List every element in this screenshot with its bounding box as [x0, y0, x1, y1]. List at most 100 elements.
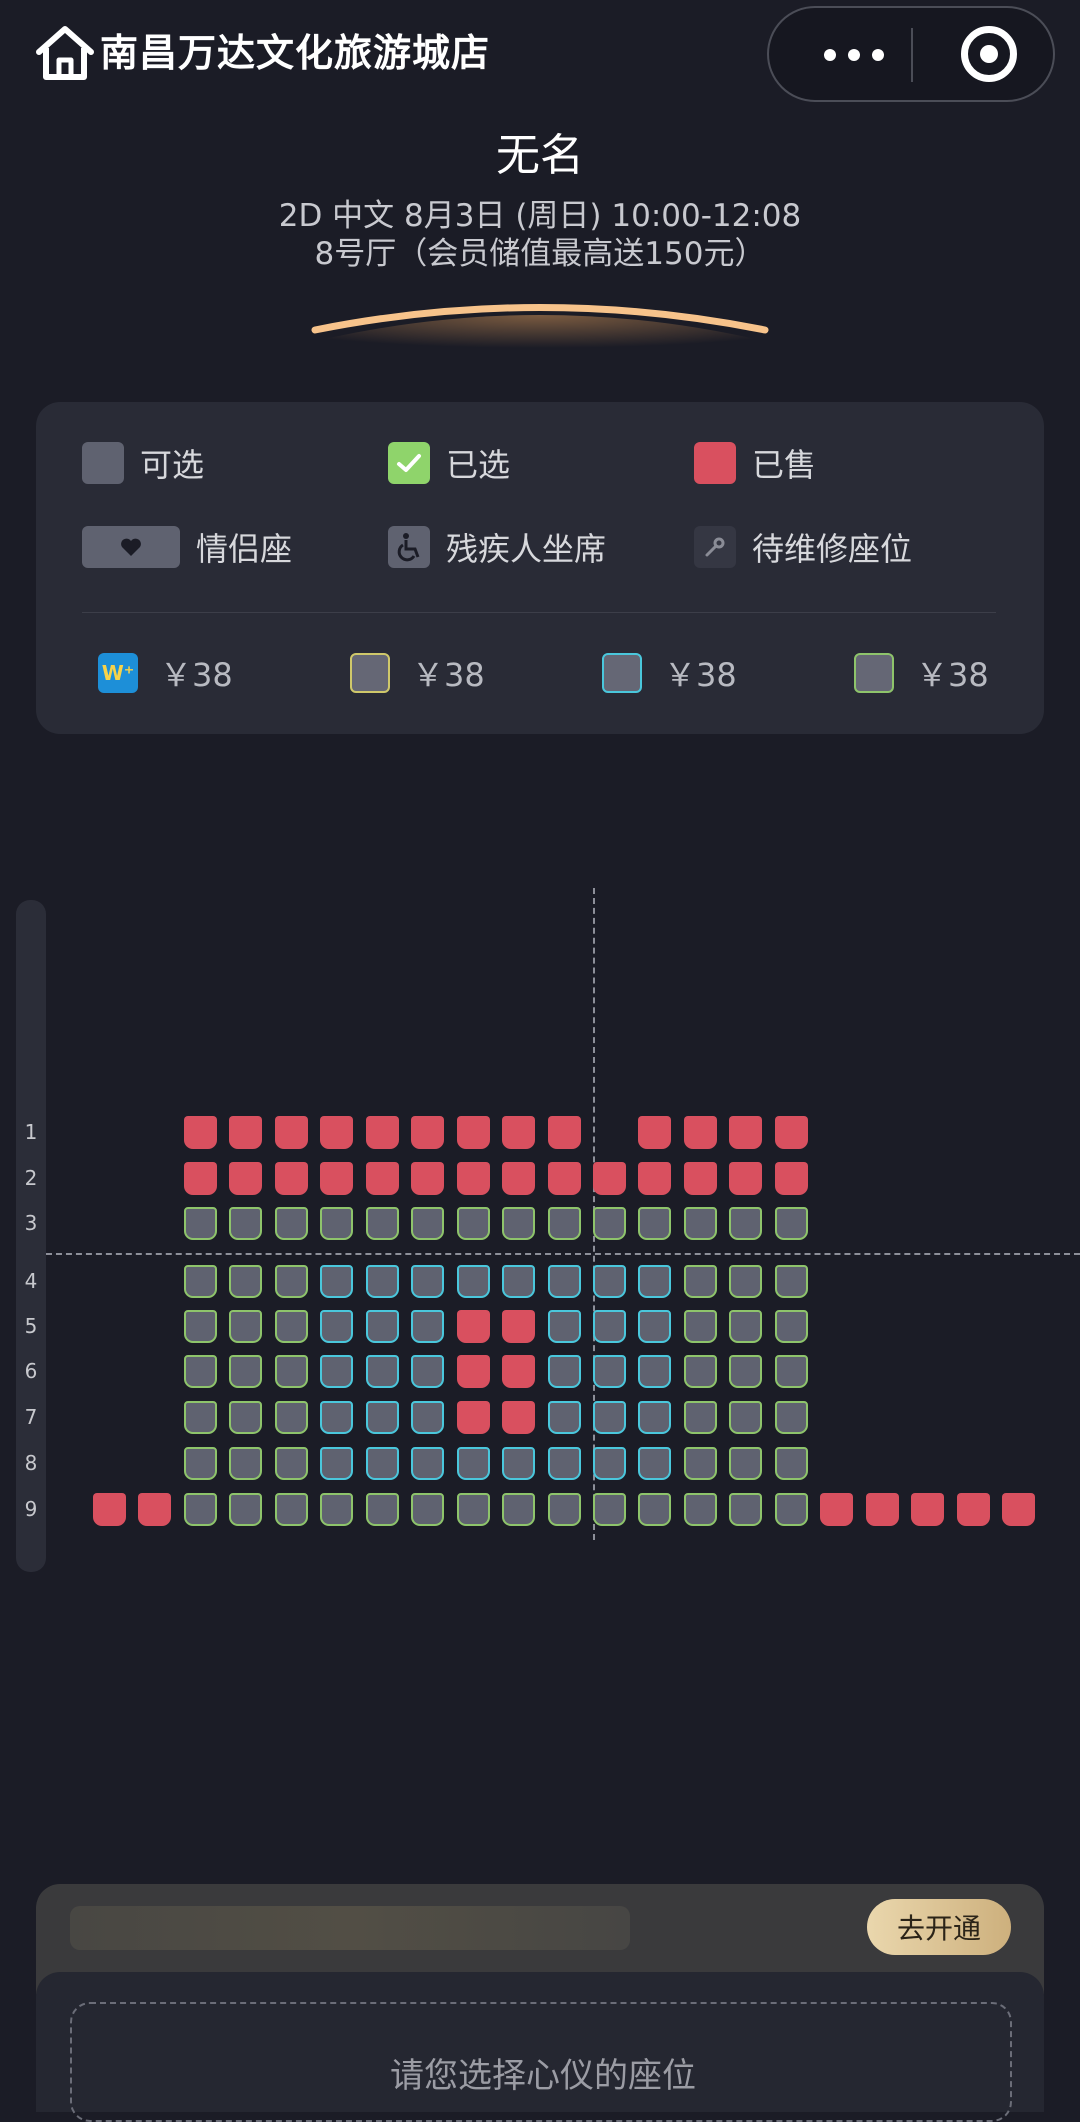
seat-available[interactable]: [366, 1447, 399, 1480]
seat-available[interactable]: [411, 1207, 444, 1240]
seat-available[interactable]: [548, 1310, 581, 1343]
seat-available[interactable]: [684, 1310, 717, 1343]
seat-available[interactable]: [684, 1447, 717, 1480]
seat-available[interactable]: [366, 1493, 399, 1526]
seat-available[interactable]: [775, 1401, 808, 1434]
seat-available[interactable]: [548, 1355, 581, 1388]
seat-available[interactable]: [775, 1493, 808, 1526]
wplus-icon: W⁺: [98, 653, 138, 693]
seat-available[interactable]: [457, 1265, 490, 1298]
seat-available[interactable]: [638, 1447, 671, 1480]
seat-available[interactable]: [502, 1493, 535, 1526]
seat-available[interactable]: [229, 1207, 262, 1240]
seat-available[interactable]: [593, 1355, 626, 1388]
seat-available[interactable]: [684, 1401, 717, 1434]
seat-available[interactable]: [184, 1265, 217, 1298]
seat-available[interactable]: [775, 1355, 808, 1388]
seat-available[interactable]: [184, 1355, 217, 1388]
seat-available[interactable]: [320, 1447, 353, 1480]
seat-available[interactable]: [593, 1310, 626, 1343]
seat-available[interactable]: [729, 1207, 762, 1240]
seat-available[interactable]: [320, 1207, 353, 1240]
seat-available[interactable]: [548, 1447, 581, 1480]
seat-available[interactable]: [684, 1207, 717, 1240]
seat-available[interactable]: [457, 1447, 490, 1480]
seat-available[interactable]: [366, 1265, 399, 1298]
seat-available[interactable]: [275, 1265, 308, 1298]
seat-available[interactable]: [275, 1447, 308, 1480]
seat-available[interactable]: [411, 1447, 444, 1480]
seat-available[interactable]: [457, 1207, 490, 1240]
seat-available[interactable]: [411, 1355, 444, 1388]
seat-available[interactable]: [548, 1401, 581, 1434]
seat-available[interactable]: [548, 1493, 581, 1526]
seat-available[interactable]: [729, 1265, 762, 1298]
seat-available[interactable]: [366, 1401, 399, 1434]
seat-available[interactable]: [638, 1355, 671, 1388]
seat-available[interactable]: [320, 1493, 353, 1526]
seat-available[interactable]: [411, 1265, 444, 1298]
seat-available[interactable]: [729, 1355, 762, 1388]
seat-available[interactable]: [184, 1310, 217, 1343]
seat-available[interactable]: [593, 1447, 626, 1480]
seat-available[interactable]: [320, 1310, 353, 1343]
target-icon[interactable]: [961, 26, 1017, 82]
seat-available[interactable]: [320, 1401, 353, 1434]
seat-available[interactable]: [775, 1265, 808, 1298]
seat-available[interactable]: [729, 1493, 762, 1526]
seat-available[interactable]: [184, 1447, 217, 1480]
seat-available[interactable]: [457, 1493, 490, 1526]
seat-sold: [775, 1162, 808, 1195]
more-icon[interactable]: [799, 30, 909, 80]
seat-available[interactable]: [729, 1310, 762, 1343]
seat-available[interactable]: [184, 1493, 217, 1526]
seat-available[interactable]: [729, 1447, 762, 1480]
seat-available[interactable]: [593, 1493, 626, 1526]
seat-available[interactable]: [775, 1447, 808, 1480]
seat-available[interactable]: [684, 1265, 717, 1298]
seat-available[interactable]: [593, 1265, 626, 1298]
wheelchair-icon: [388, 526, 430, 568]
vip-open-button[interactable]: 去开通: [867, 1899, 1011, 1955]
seat-available[interactable]: [684, 1493, 717, 1526]
seat-available[interactable]: [366, 1355, 399, 1388]
seat-available[interactable]: [593, 1401, 626, 1434]
seat-available[interactable]: [411, 1493, 444, 1526]
seat-available[interactable]: [502, 1207, 535, 1240]
seat-available[interactable]: [184, 1207, 217, 1240]
seat-available[interactable]: [638, 1310, 671, 1343]
seat-available[interactable]: [320, 1265, 353, 1298]
seat-available[interactable]: [548, 1207, 581, 1240]
seat-available[interactable]: [638, 1265, 671, 1298]
seat-available[interactable]: [275, 1310, 308, 1343]
seat-available[interactable]: [502, 1447, 535, 1480]
seat-available[interactable]: [366, 1207, 399, 1240]
seat-available[interactable]: [275, 1493, 308, 1526]
seat-available[interactable]: [275, 1355, 308, 1388]
seat-available[interactable]: [229, 1310, 262, 1343]
seat-available[interactable]: [320, 1355, 353, 1388]
seat-available[interactable]: [229, 1447, 262, 1480]
seat-available[interactable]: [729, 1401, 762, 1434]
seat-available[interactable]: [502, 1265, 535, 1298]
seat-available[interactable]: [775, 1310, 808, 1343]
seat-available[interactable]: [638, 1207, 671, 1240]
seat-available[interactable]: [411, 1401, 444, 1434]
seat-available[interactable]: [775, 1207, 808, 1240]
seat-available[interactable]: [593, 1207, 626, 1240]
seat-available[interactable]: [229, 1401, 262, 1434]
seat-available[interactable]: [366, 1310, 399, 1343]
seat-available[interactable]: [638, 1401, 671, 1434]
seat-available[interactable]: [411, 1310, 444, 1343]
seat-available[interactable]: [638, 1493, 671, 1526]
seat-available[interactable]: [275, 1207, 308, 1240]
home-icon[interactable]: [34, 24, 96, 82]
seat-available[interactable]: [548, 1265, 581, 1298]
seat-available[interactable]: [229, 1493, 262, 1526]
seat-available[interactable]: [184, 1401, 217, 1434]
seat-available[interactable]: [229, 1355, 262, 1388]
seat-available[interactable]: [684, 1355, 717, 1388]
seat-available[interactable]: [275, 1401, 308, 1434]
row-number: 6: [24, 1359, 38, 1383]
seat-available[interactable]: [229, 1265, 262, 1298]
